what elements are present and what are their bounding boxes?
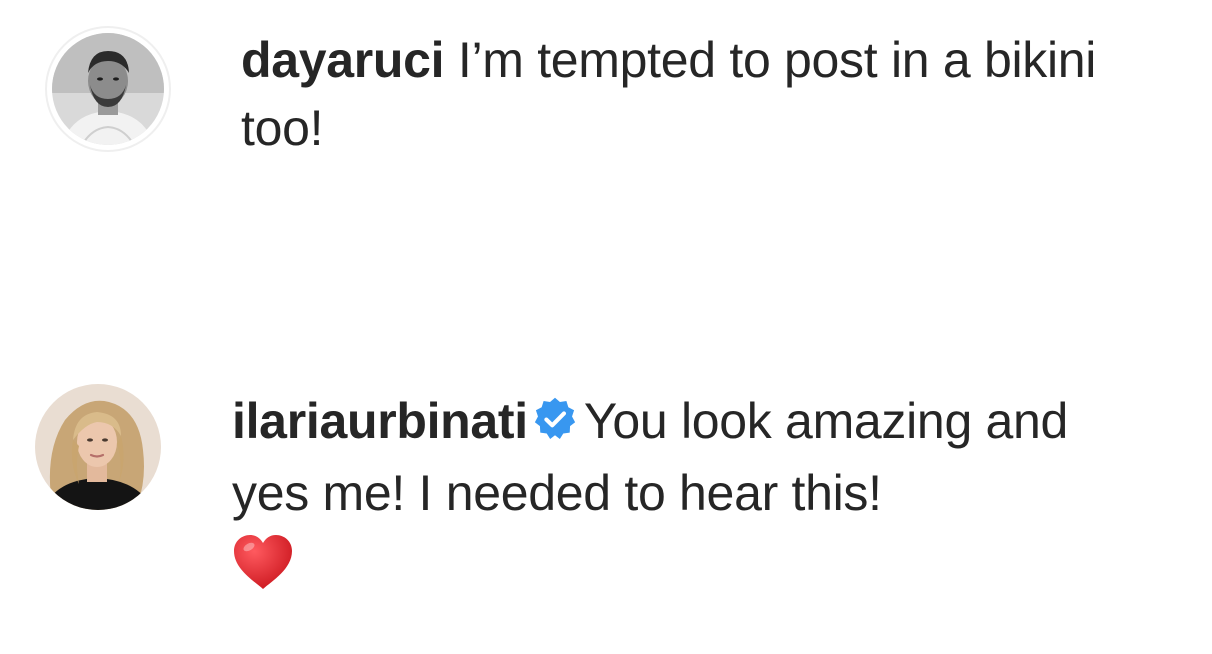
- verified-badge-icon: [532, 391, 578, 459]
- comment-text: dayaruci I’m tempted to post in a bikini…: [241, 26, 1141, 162]
- comment-item: ilariaurbinati You look amazing and yes …: [0, 240, 1212, 654]
- heart-emoji-icon: [232, 533, 1152, 608]
- comment-text: ilariaurbinati You look amazing and yes …: [232, 387, 1152, 608]
- comment-item: dayaruci I’m tempted to post in a bikini…: [0, 0, 1212, 240]
- avatar[interactable]: [52, 33, 164, 145]
- username-link[interactable]: dayaruci: [241, 32, 445, 88]
- avatar-image: [35, 384, 161, 510]
- avatar[interactable]: [35, 384, 161, 510]
- username-link[interactable]: ilariaurbinati: [232, 393, 528, 449]
- avatar-image: [52, 33, 164, 145]
